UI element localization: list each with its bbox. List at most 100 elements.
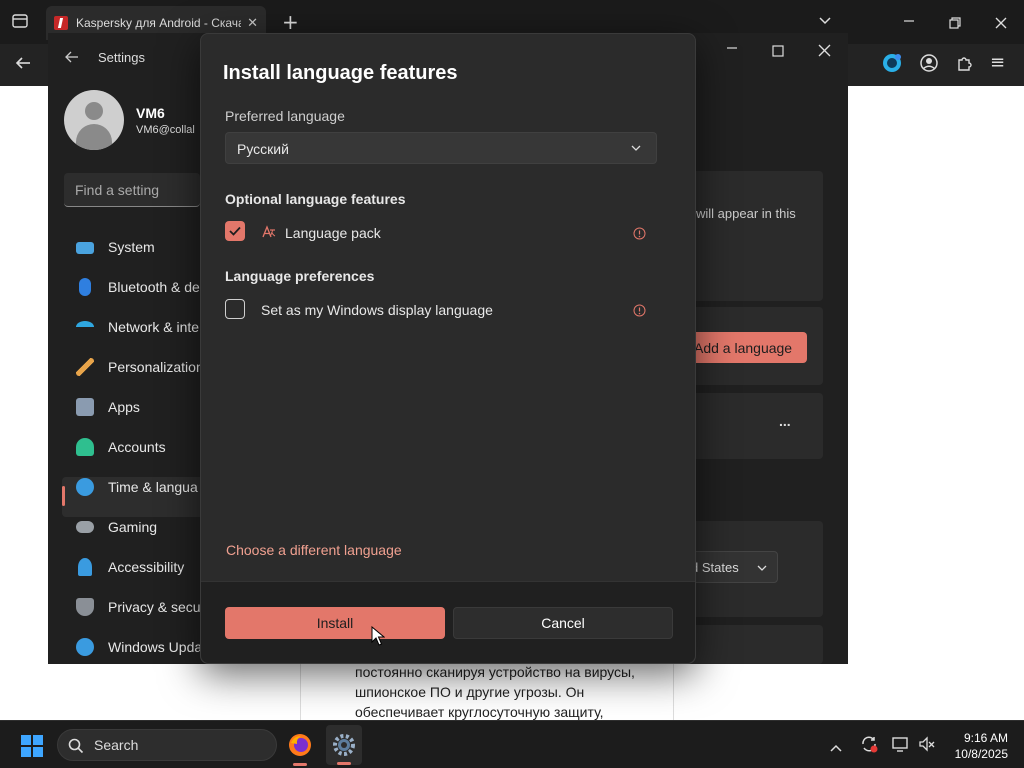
menu-icon[interactable]: ≡ xyxy=(990,52,1005,73)
taskbar: Search 9:16 AM 10/8/2025 xyxy=(0,720,1024,768)
dialog-title: Install language features xyxy=(223,62,458,84)
display-language-label: Set as my Windows display language xyxy=(261,302,493,318)
chevron-down-icon xyxy=(757,565,767,571)
system-icon xyxy=(76,242,94,254)
bluetooth-icon xyxy=(79,278,91,296)
install-language-dialog: Install language features Preferred lang… xyxy=(200,33,696,664)
update-icon xyxy=(76,638,94,656)
region-value: d States xyxy=(691,560,739,575)
tab-actions-icon[interactable] xyxy=(11,12,29,34)
controller-icon xyxy=(76,521,94,533)
clock-time: 9:16 AM xyxy=(963,731,1008,745)
more-options-button[interactable]: ... xyxy=(779,413,791,429)
checkmark-icon xyxy=(229,226,241,236)
sidebar-item-accounts[interactable]: Accounts xyxy=(76,427,166,467)
preferred-language-label: Preferred language xyxy=(225,108,345,124)
find-setting-input[interactable]: Find a setting xyxy=(64,173,200,207)
sidebar-item-gaming[interactable]: Gaming xyxy=(76,507,157,547)
sidebar-item-label: System xyxy=(108,239,155,255)
sidebar-item-label: Bluetooth & de xyxy=(108,279,200,295)
taskbar-search-box[interactable]: Search xyxy=(57,729,277,761)
tab-list-chevron-icon[interactable] xyxy=(818,12,832,31)
info-icon[interactable] xyxy=(633,225,646,244)
language-pack-icon xyxy=(261,224,277,244)
region-dropdown[interactable]: d States xyxy=(688,551,778,583)
account-icon[interactable] xyxy=(919,53,939,77)
shield-icon xyxy=(76,598,94,616)
taskbar-indicator xyxy=(337,762,351,765)
firefox-icon[interactable] xyxy=(288,733,312,761)
settings-back-icon[interactable] xyxy=(64,49,80,69)
chevron-down-icon xyxy=(631,145,641,151)
settings-title: Settings xyxy=(98,50,145,65)
settings-close-button[interactable] xyxy=(818,42,831,61)
accounts-icon xyxy=(76,438,94,456)
taskbar-search-label: Search xyxy=(94,737,139,753)
sidebar-item-label: Privacy & secur xyxy=(108,599,206,615)
sidebar-item-label: Accessibility xyxy=(108,559,185,575)
apps-icon xyxy=(76,398,94,416)
sidebar-item-label: Gaming xyxy=(108,519,158,535)
sidebar-item-label: Windows Upda xyxy=(108,639,203,655)
optional-features-heading: Optional language features xyxy=(225,191,406,207)
vpn-extension-icon[interactable] xyxy=(882,53,902,77)
wifi-icon xyxy=(76,321,94,333)
sidebar-item-accessibility[interactable]: Accessibility xyxy=(76,547,184,587)
windows-start-icon[interactable] xyxy=(20,734,44,762)
language-info-text: will appear in this xyxy=(696,206,796,221)
gear-icon xyxy=(333,734,355,756)
sidebar-selection-indicator xyxy=(62,486,65,506)
sidebar-item-label: Time & langua xyxy=(108,479,198,495)
install-button[interactable]: Install xyxy=(225,607,445,639)
language-pack-checkbox[interactable] xyxy=(225,221,245,241)
accessibility-icon xyxy=(78,558,92,576)
sidebar-item-time-language[interactable]: Time & langua xyxy=(76,467,198,507)
display-icon[interactable] xyxy=(892,735,910,757)
language-pack-label: Language pack xyxy=(285,225,381,241)
avatar xyxy=(64,90,124,150)
sidebar-item-label: Personalization xyxy=(108,359,204,375)
volume-muted-icon[interactable] xyxy=(918,735,936,757)
browser-close-button[interactable] xyxy=(994,15,1008,34)
sidebar-item-apps[interactable]: Apps xyxy=(76,387,140,427)
clock-date: 10/8/2025 xyxy=(954,747,1008,761)
sidebar-item-windows-update[interactable]: Windows Upda xyxy=(76,627,202,667)
add-language-button[interactable]: Add a language xyxy=(688,332,807,363)
new-tab-button[interactable]: + xyxy=(282,10,299,34)
sidebar-item-label: Apps xyxy=(108,399,140,415)
settings-maximize-button[interactable] xyxy=(772,42,784,61)
sidebar-item-privacy[interactable]: Privacy & secur xyxy=(76,587,205,627)
extensions-icon[interactable] xyxy=(955,53,975,77)
settings-minimize-button[interactable] xyxy=(725,38,739,62)
show-hidden-icons-chevron-icon[interactable] xyxy=(830,738,842,757)
info-icon[interactable] xyxy=(633,302,646,321)
sidebar-item-system[interactable]: System xyxy=(76,227,155,267)
preferred-language-dropdown[interactable]: Русский xyxy=(225,132,657,164)
article-line: шпионское ПО и другие угрозы. Он xyxy=(355,684,585,700)
user-email: VM6@collal xyxy=(136,124,195,136)
article-line: обеспечивает круглосуточную защиту, xyxy=(355,704,604,720)
brush-icon xyxy=(76,358,94,376)
display-language-checkbox[interactable] xyxy=(225,299,245,319)
sidebar-item-personalization[interactable]: Personalization xyxy=(76,347,204,387)
tab-close-icon[interactable]: ✕ xyxy=(247,15,258,31)
search-icon xyxy=(68,738,84,754)
kaspersky-favicon-icon xyxy=(54,16,68,30)
sidebar-item-label: Accounts xyxy=(108,439,166,455)
globe-clock-icon xyxy=(76,478,94,496)
webpage-article-text: постоянно сканируя устройство на вирусы,… xyxy=(355,662,655,722)
language-preferences-heading: Language preferences xyxy=(225,268,375,284)
back-arrow-icon[interactable] xyxy=(14,54,32,76)
sidebar-item-bluetooth[interactable]: Bluetooth & de xyxy=(76,267,200,307)
settings-taskbar-button[interactable] xyxy=(326,725,362,765)
cancel-button[interactable]: Cancel xyxy=(453,607,673,639)
browser-minimize-button[interactable] xyxy=(902,6,916,40)
browser-restore-button[interactable] xyxy=(948,15,962,34)
choose-different-language-link[interactable]: Choose a different language xyxy=(226,542,402,558)
sync-icon[interactable] xyxy=(860,735,878,757)
sidebar-item-network[interactable]: Network & inte xyxy=(76,307,199,347)
sidebar-item-label: Network & inte xyxy=(108,319,200,335)
tab-title: Kaspersky для Android - Скача xyxy=(76,16,242,30)
taskbar-clock[interactable]: 9:16 AM 10/8/2025 xyxy=(948,730,1008,762)
dialog-footer: Install Cancel xyxy=(201,581,695,663)
